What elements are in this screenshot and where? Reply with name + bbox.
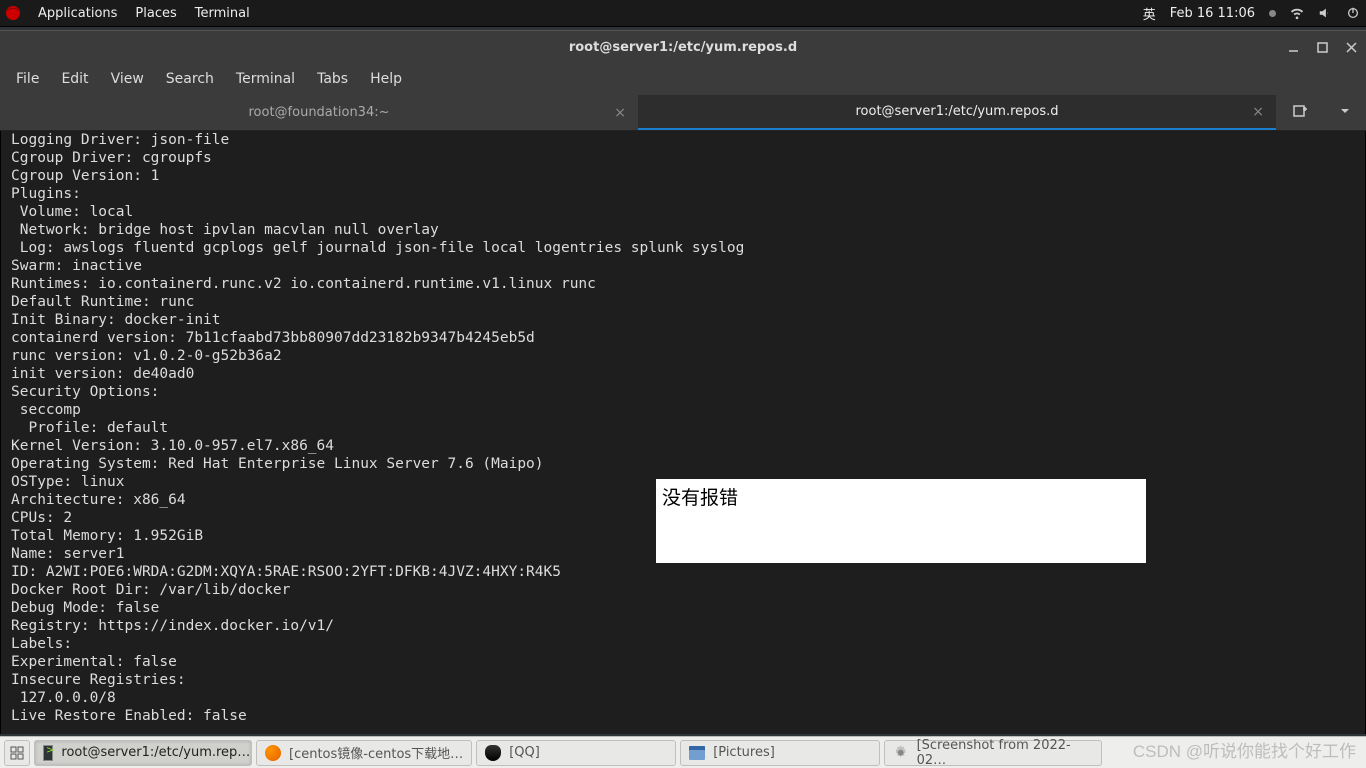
task-terminal[interactable]: root@server1:/etc/yum.rep… <box>34 740 252 766</box>
menu-help[interactable]: Help <box>360 67 412 91</box>
tab-label: root@server1:/etc/yum.repos.d <box>855 104 1058 119</box>
image-viewer-icon <box>893 745 908 761</box>
task-label: root@server1:/etc/yum.rep… <box>61 745 250 760</box>
annotation-box: 没有报错 <box>656 479 1146 563</box>
menu-edit[interactable]: Edit <box>51 67 98 91</box>
redhat-logo-icon <box>6 6 20 20</box>
tabbar: root@foundation34:~ × root@server1:/etc/… <box>0 95 1366 131</box>
places-menu[interactable]: Places <box>135 6 176 21</box>
tab-menu-button[interactable] <box>1339 105 1351 121</box>
menu-terminal[interactable]: Terminal <box>226 67 305 91</box>
task-firefox[interactable]: [centos镜像-centos下载地… <box>256 740 472 766</box>
tab-close-icon[interactable]: × <box>1252 104 1264 120</box>
annotation-text: 没有报错 <box>662 488 738 509</box>
clock[interactable]: Feb 16 11:06 <box>1170 6 1255 21</box>
menu-tabs[interactable]: Tabs <box>307 67 358 91</box>
menubar: File Edit View Search Terminal Tabs Help <box>0 63 1366 95</box>
minimize-button[interactable] <box>1287 41 1300 54</box>
task-pictures[interactable]: [Pictures] <box>680 740 880 766</box>
close-button[interactable] <box>1345 41 1358 54</box>
folder-icon <box>689 746 705 760</box>
task-label: [Screenshot from 2022-02… <box>917 738 1094 768</box>
power-icon[interactable] <box>1346 6 1360 20</box>
terminal-menu[interactable]: Terminal <box>195 6 250 21</box>
task-qq[interactable]: [QQ] <box>476 740 676 766</box>
terminal-icon <box>43 745 53 761</box>
tab-close-icon[interactable]: × <box>614 105 626 121</box>
applications-menu[interactable]: Applications <box>38 6 117 21</box>
bottom-taskbar: root@server1:/etc/yum.rep… [centos镜像-cen… <box>0 736 1366 768</box>
wifi-icon[interactable] <box>1290 6 1304 20</box>
window-title: root@server1:/etc/yum.repos.d <box>569 40 797 55</box>
terminal-window: root@server1:/etc/yum.repos.d File Edit … <box>0 30 1366 734</box>
tab-foundation[interactable]: root@foundation34:~ × <box>0 95 638 130</box>
task-label: [QQ] <box>509 745 540 760</box>
task-label: [Pictures] <box>713 745 775 760</box>
new-tab-button[interactable] <box>1292 103 1308 123</box>
terminal-output[interactable]: Logging Driver: json-file Cgroup Driver:… <box>0 131 1366 734</box>
gnome-topbar: Applications Places Terminal 英 Feb 16 11… <box>0 0 1366 27</box>
qq-icon <box>485 745 501 761</box>
menu-view[interactable]: View <box>101 67 154 91</box>
volume-icon[interactable] <box>1318 6 1332 20</box>
window-titlebar: root@server1:/etc/yum.repos.d <box>0 30 1366 63</box>
task-screenshot[interactable]: [Screenshot from 2022-02… <box>884 740 1102 766</box>
menu-file[interactable]: File <box>6 67 49 91</box>
show-desktop-button[interactable] <box>4 740 30 766</box>
tab-server1[interactable]: root@server1:/etc/yum.repos.d × <box>638 95 1276 130</box>
ime-indicator[interactable]: 英 <box>1143 4 1156 23</box>
maximize-button[interactable] <box>1316 41 1329 54</box>
task-label: [centos镜像-centos下载地… <box>289 743 463 762</box>
firefox-icon <box>265 745 281 761</box>
recording-indicator-icon <box>1269 10 1276 17</box>
menu-search[interactable]: Search <box>156 67 224 91</box>
tab-label: root@foundation34:~ <box>248 105 389 120</box>
